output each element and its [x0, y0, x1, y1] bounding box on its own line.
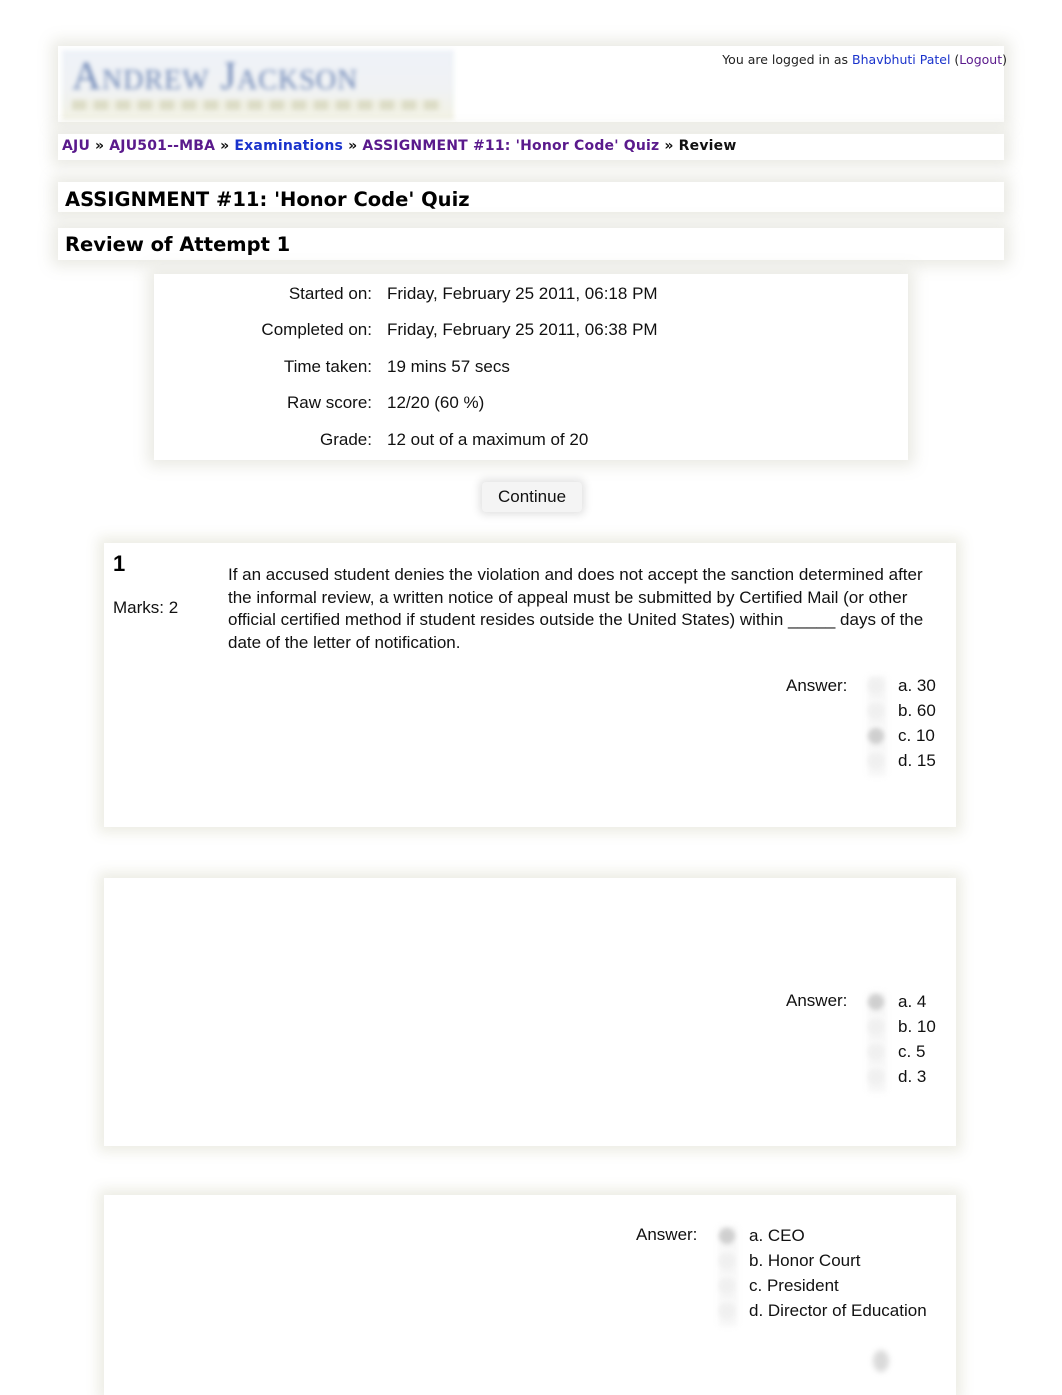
- summary-row-time-taken: Time taken: 19 mins 57 secs: [154, 357, 908, 381]
- continue-button[interactable]: Continue: [482, 482, 582, 512]
- radio-button-selected[interactable]: [719, 1228, 735, 1244]
- radio-button[interactable]: [868, 1044, 884, 1060]
- answer-option-a[interactable]: a. 30: [868, 676, 936, 701]
- option-label: d. 15: [898, 751, 936, 770]
- radio-button[interactable]: [868, 703, 884, 719]
- summary-row-completed: Completed on: Friday, February 25 2011, …: [154, 320, 908, 344]
- radio-button[interactable]: [868, 678, 884, 694]
- breadcrumb-separator: »: [220, 138, 230, 154]
- breadcrumb-separator: »: [348, 138, 358, 154]
- answer-label: Answer:: [786, 676, 848, 695]
- summary-value: 19 mins 57 secs: [387, 357, 510, 376]
- user-profile-link[interactable]: Bhavbhuti Patel: [852, 52, 950, 67]
- answer-option-b[interactable]: b. 10: [868, 1017, 936, 1042]
- summary-label: Time taken:: [283, 357, 372, 376]
- option-label: d. 3: [898, 1067, 927, 1086]
- radio-button[interactable]: [873, 1350, 889, 1372]
- option-label: d. Director of Education: [749, 1301, 927, 1320]
- question-2: [104, 878, 956, 1146]
- answer-label: Answer:: [786, 991, 848, 1010]
- question-text: If an accused student denies the violati…: [228, 565, 924, 652]
- option-label: a. 30: [898, 676, 936, 695]
- summary-row-raw-score: Raw score: 12/20 (60 %): [154, 393, 908, 417]
- answer-option-c[interactable]: c. President: [719, 1276, 927, 1301]
- answer-option-c[interactable]: c. 10: [868, 726, 936, 751]
- question-number: 1: [113, 551, 126, 576]
- breadcrumb-separator: »: [95, 138, 105, 154]
- breadcrumb-separator: »: [664, 138, 674, 154]
- answer-options: a. CEO b. Honor Court c. President d. Di…: [719, 1226, 927, 1326]
- radio-button[interactable]: [868, 753, 884, 769]
- page-title: ASSIGNMENT #11: 'Honor Code' Quiz: [65, 188, 470, 211]
- radio-button-selected[interactable]: [868, 994, 884, 1010]
- answer-option-d[interactable]: d. Director of Education: [719, 1301, 927, 1326]
- logout-link[interactable]: Logout: [959, 52, 1002, 67]
- answer-options: a. 4 b. 10 c. 5 d. 3: [868, 992, 936, 1092]
- answer-option-b[interactable]: b. Honor Court: [719, 1251, 927, 1276]
- breadcrumb-examinations[interactable]: Examinations: [234, 138, 343, 154]
- answer-option-d[interactable]: d. 3: [868, 1067, 936, 1092]
- option-label: c. President: [749, 1276, 839, 1295]
- radio-button[interactable]: [719, 1303, 735, 1319]
- breadcrumb-current: Review: [678, 138, 737, 154]
- option-label: b. 60: [898, 701, 936, 720]
- summary-label: Raw score:: [286, 393, 372, 412]
- answer-option-a[interactable]: a. CEO: [719, 1226, 927, 1251]
- option-label: c. 5: [898, 1042, 926, 1061]
- option-label: c. 10: [898, 726, 935, 745]
- breadcrumb-aju[interactable]: AJU: [62, 138, 90, 154]
- summary-value: Friday, February 25 2011, 06:38 PM: [387, 320, 658, 339]
- summary-value: Friday, February 25 2011, 06:18 PM: [387, 284, 658, 303]
- option-label: b. Honor Court: [749, 1251, 861, 1270]
- login-prefix: You are logged in as: [722, 52, 849, 67]
- question-marks: Marks: 2: [113, 598, 179, 617]
- radio-button[interactable]: [868, 1069, 884, 1085]
- breadcrumb-quiz[interactable]: ASSIGNMENT #11: 'Honor Code' Quiz: [362, 138, 659, 154]
- radio-button[interactable]: [868, 1019, 884, 1035]
- answer-option-d[interactable]: d. 15: [868, 751, 936, 776]
- summary-label: Grade:: [320, 430, 372, 449]
- summary-label: Started on:: [288, 284, 372, 303]
- option-label: a. CEO: [749, 1226, 805, 1245]
- logo-tagline: [72, 100, 442, 110]
- logout-paren-close: ): [1002, 52, 1007, 67]
- university-logo[interactable]: Andrew Jackson: [62, 50, 454, 120]
- summary-row-grade: Grade: 12 out of a maximum of 20: [154, 430, 908, 454]
- breadcrumb-course[interactable]: AJU501--MBA: [109, 138, 215, 154]
- radio-button[interactable]: [719, 1278, 735, 1294]
- summary-value: 12 out of a maximum of 20: [387, 430, 589, 449]
- option-label: b. 10: [898, 1017, 936, 1036]
- answer-option-b[interactable]: b. 60: [868, 701, 936, 726]
- answer-option-a[interactable]: a. 4: [868, 992, 936, 1017]
- answer-option-c[interactable]: c. 5: [868, 1042, 936, 1067]
- option-label: a. 4: [898, 992, 927, 1011]
- breadcrumb: AJU» AJU501--MBA» Examinations» ASSIGNMENT …: [62, 138, 737, 154]
- logo-wordmark: Andrew Jackson: [72, 53, 359, 98]
- radio-button[interactable]: [719, 1253, 735, 1269]
- answer-options: a. 30 b. 60 c. 10 d. 15: [868, 676, 936, 776]
- summary-label: Completed on:: [261, 320, 372, 339]
- radio-button-selected[interactable]: [868, 728, 884, 744]
- summary-value: 12/20 (60 %): [387, 393, 485, 412]
- login-info: You are logged in as Bhavbhuti Patel (Lo…: [722, 52, 1007, 67]
- summary-row-started: Started on: Friday, February 25 2011, 06…: [154, 284, 908, 308]
- answer-label: Answer:: [636, 1225, 698, 1244]
- page-subtitle: Review of Attempt 1: [65, 233, 291, 256]
